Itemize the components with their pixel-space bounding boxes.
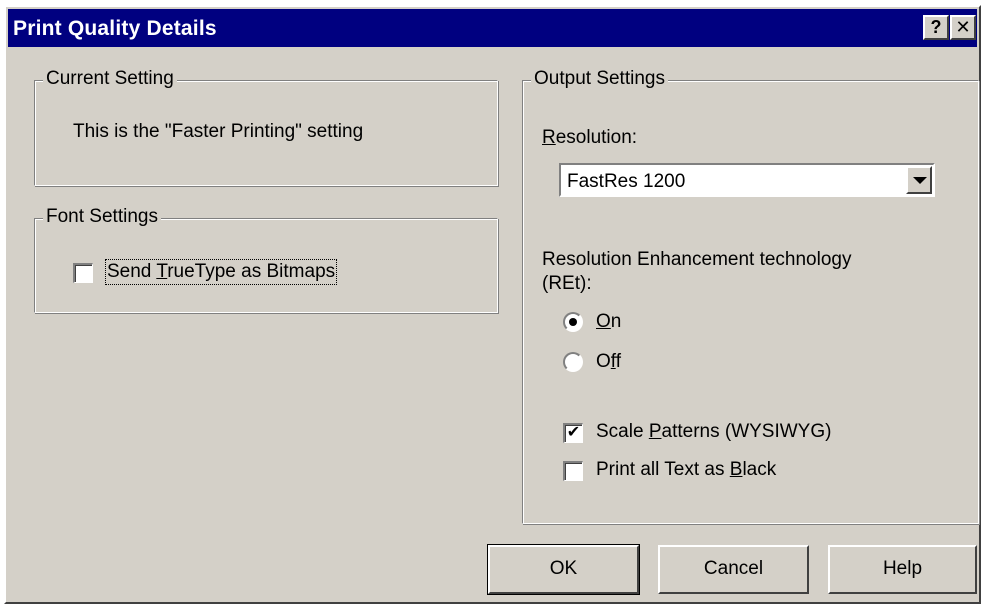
- scale-patterns-accel: P: [648, 421, 662, 442]
- ret-on-label[interactable]: On: [596, 311, 621, 333]
- current-setting-legend: Current Setting: [43, 68, 177, 90]
- dropdown-arrow-button[interactable]: [906, 166, 932, 194]
- send-truetype-label-part: rueType as Bitmaps: [167, 261, 336, 282]
- font-settings-legend: Font Settings: [43, 206, 161, 228]
- print-quality-dialog: Print Quality Details ? ✕ Current Settin…: [4, 5, 981, 604]
- scale-patterns-label[interactable]: Scale Patterns (WYSIWYG): [596, 421, 831, 443]
- ok-button[interactable]: OK: [487, 544, 640, 595]
- resolution-select-value: FastRes 1200: [567, 171, 686, 192]
- print-black-label-part: lack: [742, 459, 777, 480]
- ret-label-line2: (REt):: [542, 273, 592, 294]
- print-black-label[interactable]: Print all Text as Black: [596, 459, 776, 481]
- ret-on-accel: O: [596, 311, 611, 332]
- output-settings-legend: Output Settings: [531, 68, 668, 90]
- ret-on-radio[interactable]: [563, 312, 583, 332]
- print-black-label-part: Print all Text as: [596, 459, 730, 480]
- print-black-accel: B: [729, 459, 743, 480]
- resolution-label-rest: esolution:: [555, 127, 638, 148]
- help-icon[interactable]: ?: [923, 15, 949, 40]
- scale-patterns-checkbox[interactable]: ✔: [563, 423, 583, 443]
- send-truetype-accel: T: [156, 261, 168, 282]
- send-truetype-label[interactable]: Send TrueType as Bitmaps: [104, 259, 338, 285]
- cancel-button[interactable]: Cancel: [658, 545, 809, 594]
- ret-off-label-part: f: [615, 351, 621, 372]
- ret-on-label-rest: n: [610, 311, 622, 332]
- window-title: Print Quality Details: [13, 17, 217, 40]
- font-settings-group: Font Settings Send TrueType as Bitmaps: [34, 206, 498, 313]
- current-setting-group: Current Setting This is the "Faster Prin…: [34, 68, 498, 186]
- ret-label-line1: Resolution Enhancement technology: [542, 249, 852, 270]
- output-settings-group: Output Settings Resolution: FastRes 1200…: [522, 68, 979, 524]
- resolution-accel: R: [542, 127, 556, 148]
- resolution-label: Resolution:: [542, 127, 637, 149]
- close-icon[interactable]: ✕: [950, 15, 976, 40]
- ret-off-label[interactable]: Off: [596, 351, 621, 373]
- help-button[interactable]: Help: [828, 545, 977, 594]
- scale-patterns-label-part: Scale: [596, 421, 649, 442]
- send-truetype-checkbox[interactable]: [73, 263, 93, 283]
- ret-off-radio[interactable]: [563, 352, 583, 372]
- radio-selected-dot: [569, 318, 577, 326]
- print-black-checkbox[interactable]: [563, 461, 583, 481]
- ret-off-label-part: O: [596, 351, 611, 372]
- scale-patterns-label-part: atterns (WYSIWYG): [661, 421, 832, 442]
- send-truetype-label-part: Send: [107, 261, 157, 282]
- chevron-down-icon: [913, 177, 927, 184]
- title-bar[interactable]: Print Quality Details ? ✕: [8, 9, 977, 47]
- resolution-select[interactable]: FastRes 1200: [559, 163, 935, 197]
- current-setting-text: This is the "Faster Printing" setting: [73, 121, 364, 142]
